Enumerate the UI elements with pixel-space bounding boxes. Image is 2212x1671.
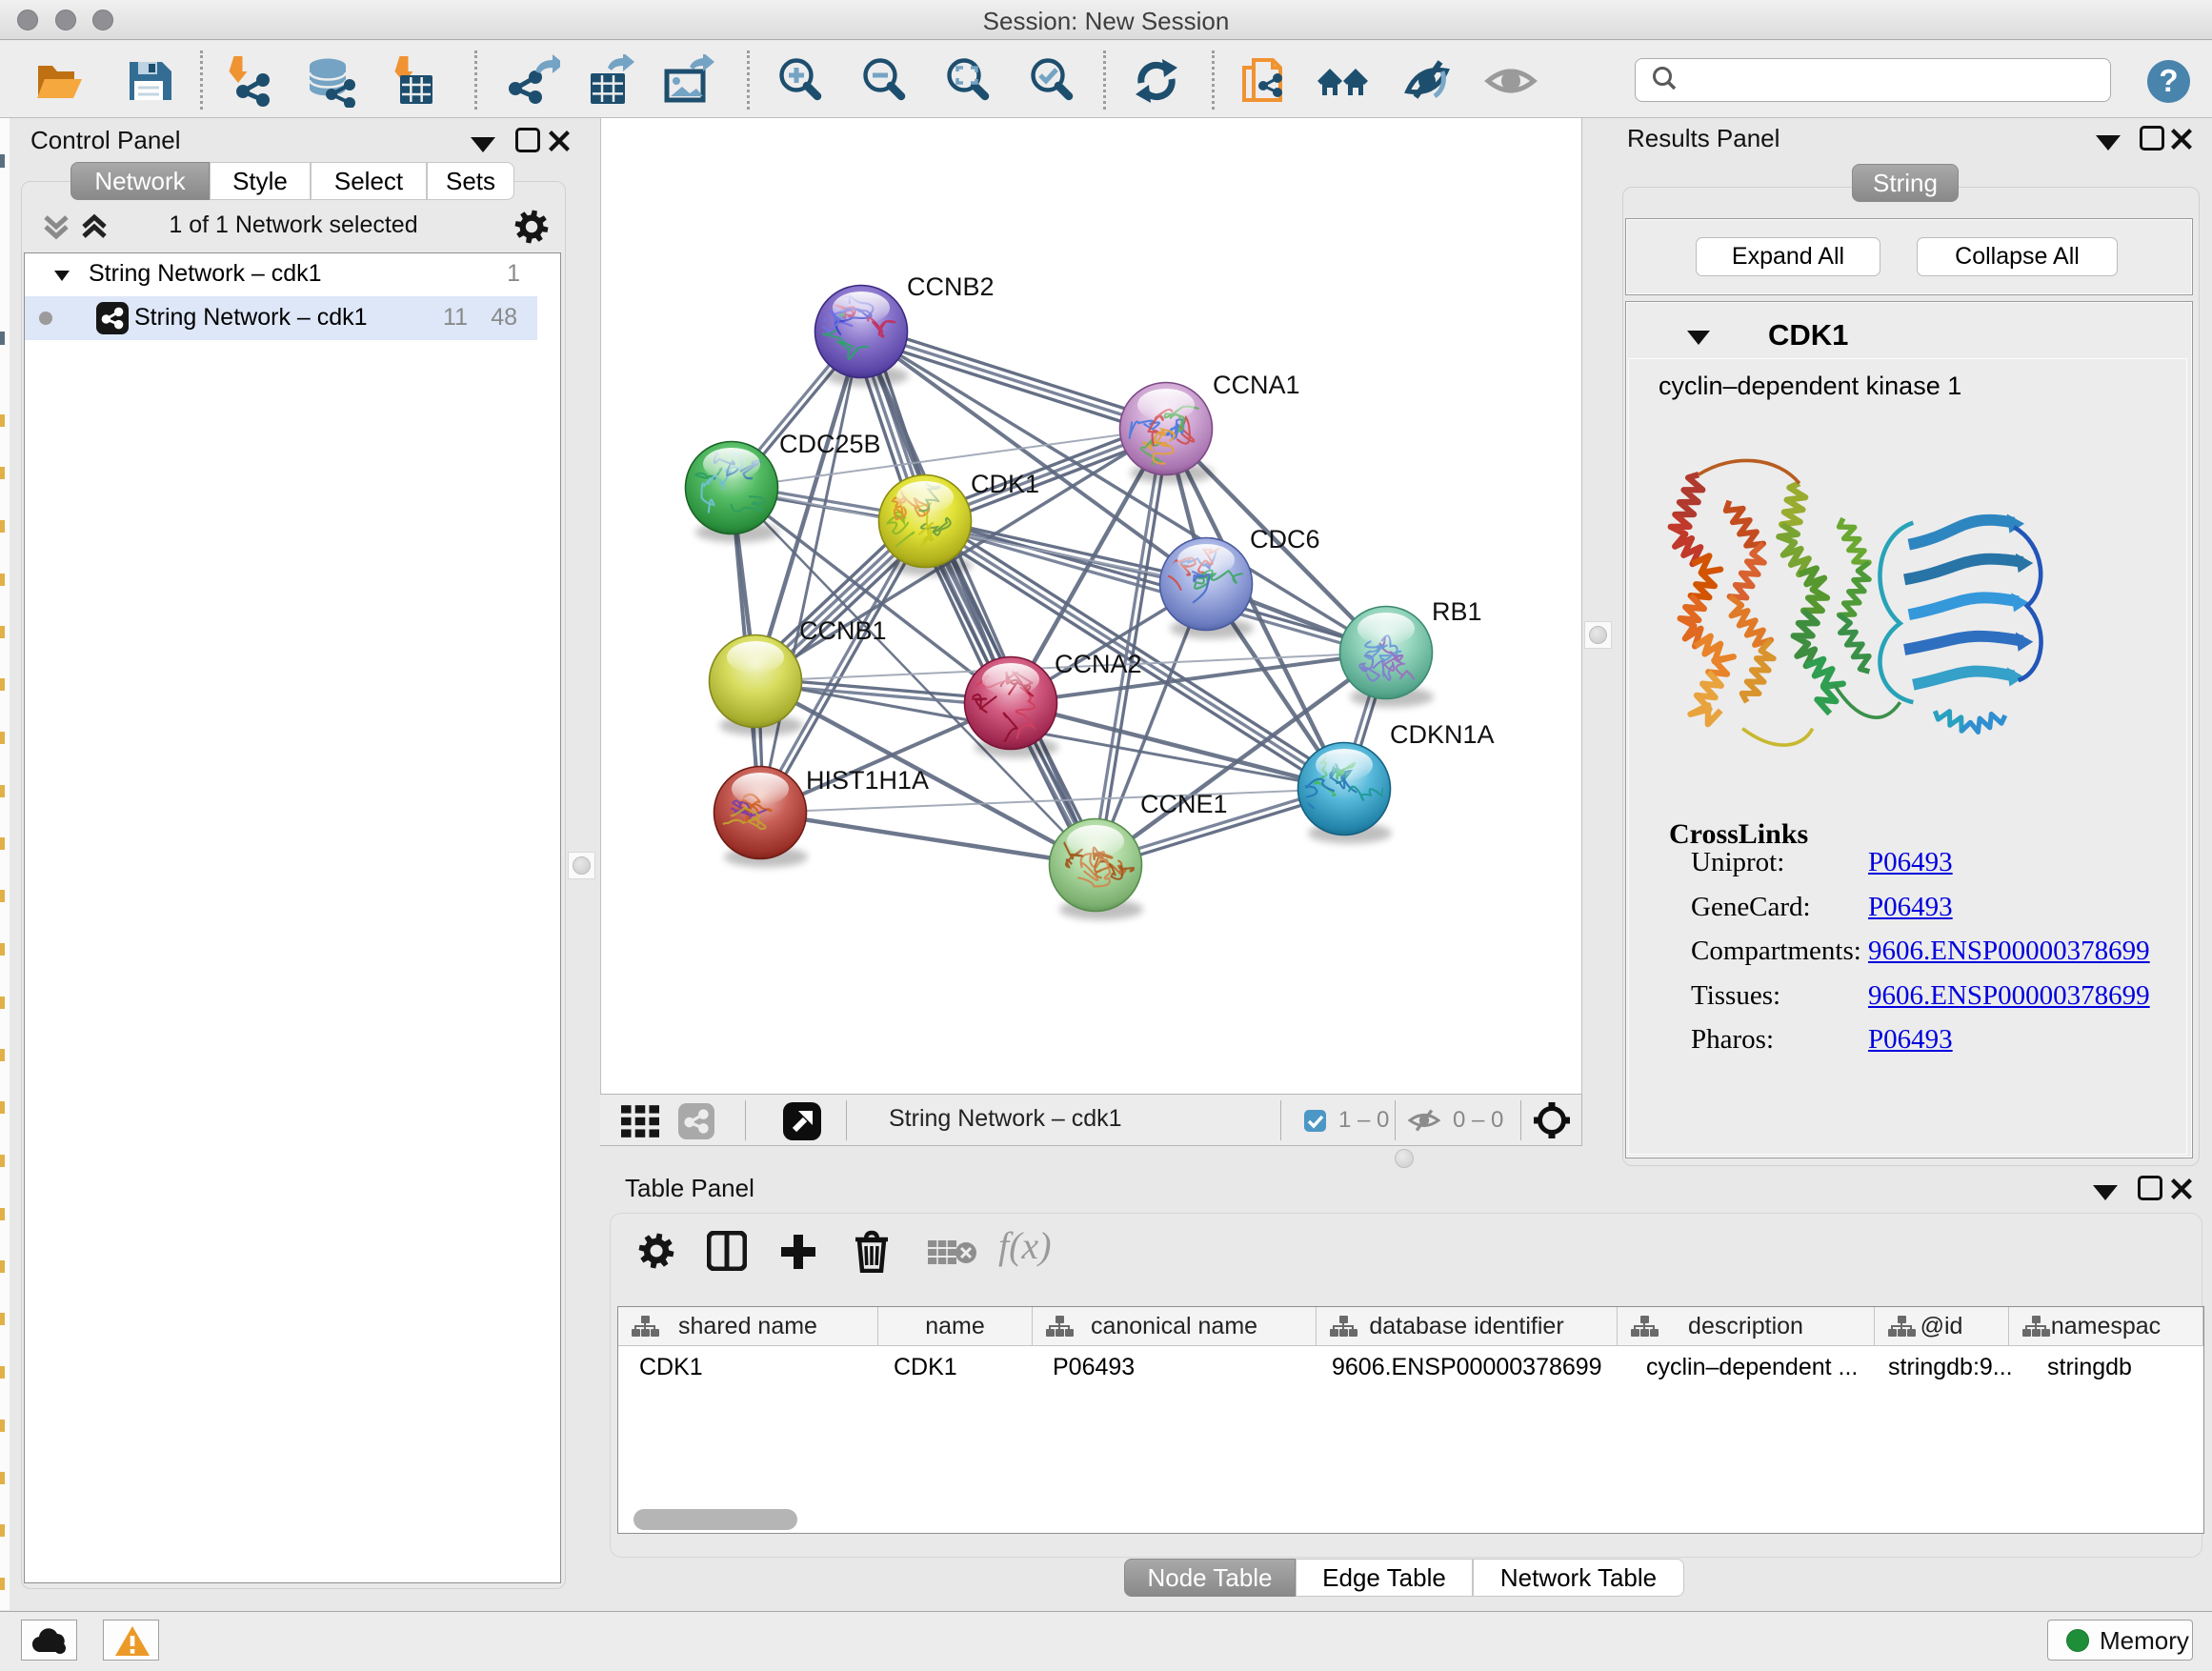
svg-text:CDC6: CDC6 (1250, 525, 1320, 554)
svg-text:HIST1H1A: HIST1H1A (806, 766, 929, 795)
svg-text:CDK1: CDK1 (971, 470, 1039, 498)
svg-text:CDC25B: CDC25B (779, 430, 881, 458)
svg-text:CCNB2: CCNB2 (907, 272, 995, 301)
svg-text:CDKN1A: CDKN1A (1390, 720, 1495, 749)
svg-text:CCNB1: CCNB1 (799, 616, 887, 645)
svg-text:RB1: RB1 (1432, 597, 1482, 626)
svg-text:CCNE1: CCNE1 (1140, 790, 1228, 818)
svg-text:CCNA1: CCNA1 (1213, 371, 1300, 399)
svg-text:CCNA2: CCNA2 (1055, 650, 1142, 678)
